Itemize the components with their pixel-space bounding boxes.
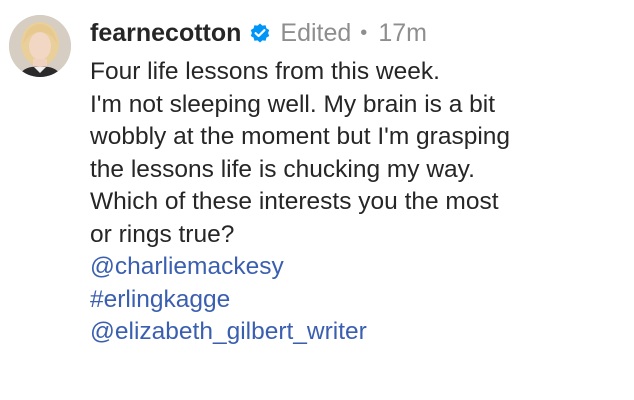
instagram-comment: fearnecotton Edited • 17m Four life less… xyxy=(0,0,634,400)
caption-line: the lessons life is chucking my way. xyxy=(90,155,475,183)
hashtag-link-erlingkagge[interactable]: #erlingkagge xyxy=(90,284,630,317)
comment-body: fearnecotton Edited • 17m Four life less… xyxy=(90,14,630,349)
caption-line: or rings true? xyxy=(90,220,235,248)
avatar[interactable] xyxy=(9,15,71,77)
edited-label: Edited xyxy=(280,18,352,47)
caption-line: wobbly at the moment but I'm grasping xyxy=(90,123,511,150)
profile-photo-icon xyxy=(9,15,71,77)
caption-line: Four life lessons from this week. xyxy=(90,58,440,85)
verified-badge-icon xyxy=(248,21,272,45)
caption: Four life lessons from this week. I'm no… xyxy=(90,56,630,349)
mention-link-elizabeth-gilbert-writer[interactable]: @elizabeth_gilbert_writer xyxy=(90,316,630,349)
mention-link-charliemackesy[interactable]: @charliemackesy xyxy=(90,251,630,284)
caption-line: Which of these interests you the most xyxy=(90,188,499,215)
separator-dot: • xyxy=(360,21,368,44)
caption-line: I'm not sleeping well. My brain is a bit xyxy=(90,90,496,118)
username[interactable]: fearnecotton xyxy=(90,19,241,48)
timestamp[interactable]: 17m xyxy=(378,19,427,48)
comment-header: fearnecotton Edited • 17m xyxy=(90,14,630,52)
